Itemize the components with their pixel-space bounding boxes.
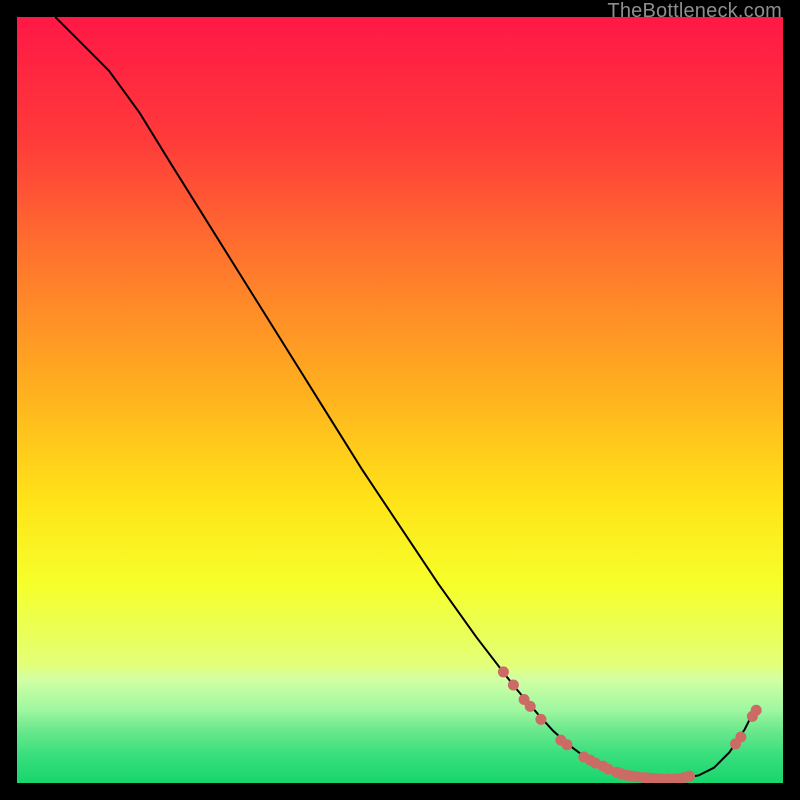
- marker-dot: [735, 732, 746, 743]
- marker-dot: [751, 705, 762, 716]
- marker-dot: [535, 714, 546, 725]
- gradient-background: [17, 17, 783, 783]
- marker-dot: [684, 771, 695, 782]
- marker-dot: [561, 739, 572, 750]
- chart-container: TheBottleneck.com: [0, 0, 800, 800]
- marker-dot: [498, 666, 509, 677]
- marker-dot: [508, 679, 519, 690]
- watermark-text: TheBottleneck.com: [607, 0, 782, 23]
- bottleneck-chart: [17, 17, 783, 783]
- marker-dot: [525, 701, 536, 712]
